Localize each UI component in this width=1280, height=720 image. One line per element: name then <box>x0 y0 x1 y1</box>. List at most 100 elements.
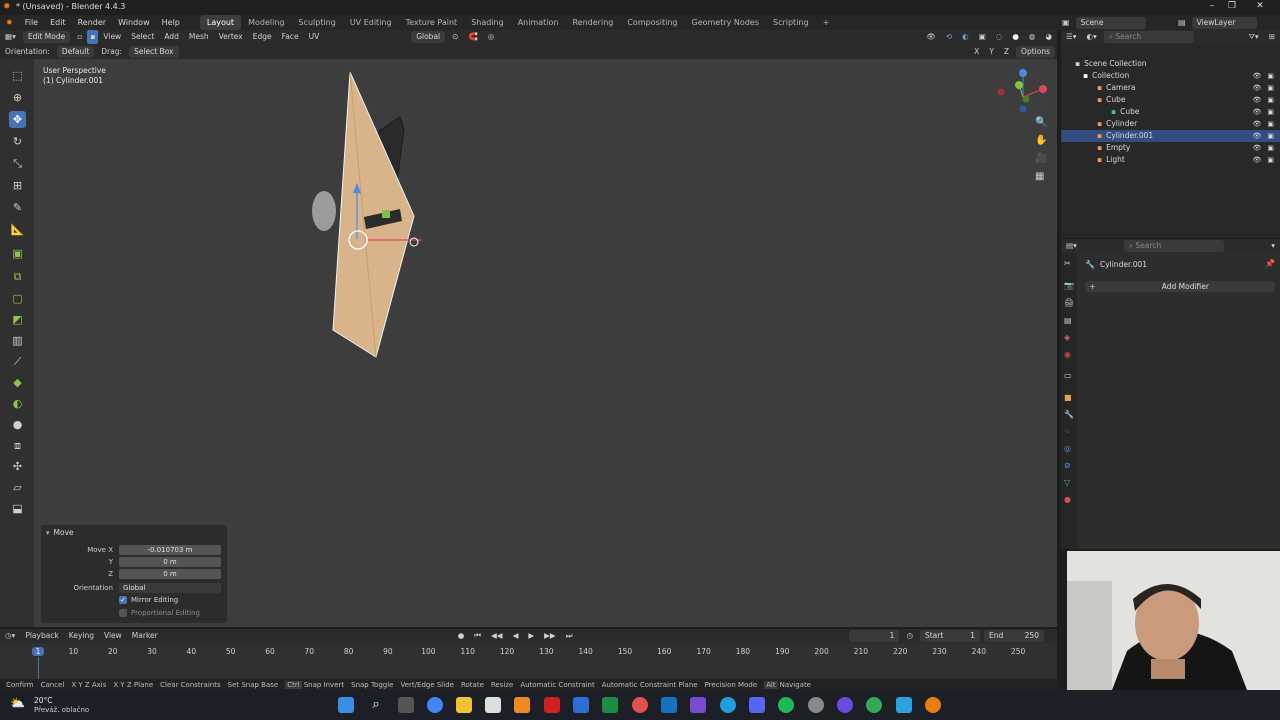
visual-studio-icon[interactable] <box>690 697 706 713</box>
timeline-menu-playback[interactable]: Playback <box>20 629 63 643</box>
current-frame-field[interactable]: 1 <box>849 630 900 642</box>
proportional-editing-checkbox[interactable] <box>119 609 127 617</box>
tab-texture-paint[interactable]: Texture Paint <box>399 15 465 30</box>
visibility-eye-icon[interactable]: 👁 <box>1252 94 1261 106</box>
edge-icon[interactable] <box>720 697 736 713</box>
outliner-item[interactable]: ▪ Cube 👁 ▣ <box>1061 94 1280 106</box>
discord-icon[interactable] <box>749 697 765 713</box>
properties-editor-icon[interactable]: ▤▾ <box>1061 239 1082 253</box>
gizmo-toggle-icon[interactable]: ⟲ <box>941 30 957 44</box>
jump-end-icon[interactable]: ⏭ <box>561 629 578 643</box>
measure-tool-icon[interactable]: 📐 <box>9 221 26 238</box>
menu-window[interactable]: Window <box>112 15 156 30</box>
acrobat-icon[interactable] <box>544 697 560 713</box>
prev-keyframe-icon[interactable]: ◀◀ <box>486 629 508 643</box>
mirror-axis-z[interactable]: Z <box>999 45 1014 59</box>
knife-tool-icon[interactable]: ⟋ <box>9 353 26 370</box>
select-mode-face-icon[interactable]: ▪ <box>87 30 99 44</box>
poly-build-tool-icon[interactable]: ◆ <box>9 374 26 391</box>
excel-icon[interactable] <box>602 697 618 713</box>
outliner-filter-icon[interactable]: ⛛▾ <box>1244 30 1264 44</box>
move-z-field[interactable]: 0 m <box>119 569 221 579</box>
transform-orientation-dropdown[interactable]: Global <box>411 31 446 43</box>
tab-layout[interactable]: Layout <box>199 15 242 30</box>
select-mode-vertex-icon[interactable]: ▫ <box>72 30 87 44</box>
minimize-button[interactable]: – <box>1202 1 1222 14</box>
tab-modeling[interactable]: Modeling <box>241 15 291 30</box>
tab-shading[interactable]: Shading <box>464 15 511 30</box>
tab-scripting[interactable]: Scripting <box>766 15 816 30</box>
snap-icon[interactable]: 🧲 <box>463 30 482 44</box>
move-x-field[interactable]: -0.010703 m <box>119 545 221 555</box>
outliner-item[interactable]: ▪ Cylinder.001 👁 ▣ <box>1061 130 1280 142</box>
play-icon[interactable]: ▶ <box>523 629 539 643</box>
viewport-menu-edge[interactable]: Edge <box>248 30 277 44</box>
outliner-search-input[interactable]: ⌕ Search <box>1103 31 1194 43</box>
annotate-tool-icon[interactable]: ✎ <box>9 199 26 216</box>
extrude-tool-icon[interactable]: ⧉ <box>9 268 26 285</box>
zoom-icon[interactable]: 🔍 <box>1035 117 1047 128</box>
viewport-menu-vertex[interactable]: Vertex <box>214 30 248 44</box>
tab-view-layer-icon[interactable]: ▤ <box>1064 316 1072 325</box>
move-panel-header[interactable]: ▾ Move <box>46 528 74 537</box>
move-y-field[interactable]: 0 m <box>119 557 221 567</box>
cursor-tool-icon[interactable]: ⊕ <box>9 89 26 106</box>
settings-icon[interactable] <box>808 697 824 713</box>
outliner-item[interactable]: ▪ Camera 👁 ▣ <box>1061 82 1280 94</box>
file-explorer-icon[interactable] <box>456 697 472 713</box>
close-button[interactable]: ✕ <box>1250 1 1270 14</box>
visibility-eye-icon[interactable]: 👁 <box>1252 70 1261 82</box>
smooth-tool-icon[interactable]: ● <box>9 416 26 433</box>
properties-options-icon[interactable]: ▾ <box>1266 239 1280 253</box>
rotate-tool-icon[interactable]: ↻ <box>9 133 26 150</box>
editor-type-icon[interactable]: ▦▾ <box>0 30 21 44</box>
outliner-item[interactable]: ▪ Scene Collection <box>1061 58 1280 70</box>
blender-menu-icon[interactable]: ✸ <box>0 15 19 30</box>
tab-sculpting[interactable]: Sculpting <box>291 15 342 30</box>
tab-material-icon[interactable]: ● <box>1064 495 1071 504</box>
tab-world-icon[interactable]: ◉ <box>1064 350 1071 359</box>
tab-collection-icon[interactable]: ▭ <box>1064 371 1072 380</box>
menu-edit[interactable]: Edit <box>44 15 72 30</box>
tab-animation[interactable]: Animation <box>511 15 566 30</box>
viewport-menu-face[interactable]: Face <box>277 30 304 44</box>
store-icon[interactable] <box>485 697 501 713</box>
viewport-menu-mesh[interactable]: Mesh <box>184 30 214 44</box>
collapse-chevron-icon[interactable]: ▾ <box>46 529 50 537</box>
task-view-icon[interactable] <box>398 697 414 713</box>
nav-gizmo-y-icon[interactable] <box>1015 81 1023 89</box>
shading-rendered-icon[interactable]: ◕ <box>1040 30 1057 44</box>
start-frame-field[interactable]: Start 1 <box>919 630 980 642</box>
preview-range-icon[interactable]: ◷ <box>901 629 918 643</box>
properties-search-input[interactable]: ⌕ Search <box>1123 240 1224 252</box>
menu-render[interactable]: Render <box>72 15 112 30</box>
record-icon[interactable]: ● <box>453 629 470 643</box>
next-keyframe-icon[interactable]: ▶▶ <box>539 629 561 643</box>
timeline-menu-view[interactable]: View <box>99 629 127 643</box>
outliner-item[interactable]: ▪ Cube 👁 ▣ <box>1061 106 1280 118</box>
app-icon-purple[interactable] <box>837 697 853 713</box>
visibility-eye-icon[interactable]: 👁 <box>1252 82 1261 94</box>
tab-modifier-icon[interactable]: 🔧 <box>1064 410 1074 419</box>
chrome-alt-icon[interactable] <box>866 697 882 713</box>
loop-cut-tool-icon[interactable]: ▥ <box>9 332 26 349</box>
tab-tool-icon[interactable]: ✂ <box>1064 259 1071 268</box>
tab-physics-icon[interactable]: ◎ <box>1064 444 1071 453</box>
taskbar-search-icon[interactable]: ⌕ <box>368 697 384 713</box>
overlay-toggle-icon[interactable]: ◐ <box>957 30 974 44</box>
mirror-axis-y[interactable]: Y <box>984 45 999 59</box>
move-tool-icon[interactable]: ✥ <box>9 111 26 128</box>
outliner-item[interactable]: ▪ Empty 👁 ▣ <box>1061 142 1280 154</box>
drag-dropdown[interactable]: Select Box <box>129 45 179 58</box>
pin-icon[interactable]: 📌 <box>1265 259 1275 268</box>
maximize-button[interactable]: ❐ <box>1222 1 1242 14</box>
view-layer-name[interactable]: ViewLayer <box>1191 16 1257 29</box>
visibility-eye-icon[interactable]: 👁 <box>1252 142 1261 154</box>
tab-compositing[interactable]: Compositing <box>620 15 684 30</box>
bevel-tool-icon[interactable]: ◩ <box>9 311 26 328</box>
shear-tool-icon[interactable]: ▱ <box>9 479 26 496</box>
outliner-editor-icon[interactable]: ☰▾ <box>1061 30 1082 44</box>
windows-start-icon[interactable] <box>338 697 354 713</box>
nav-gizmo-neg-x-icon[interactable] <box>997 88 1005 96</box>
add-modifier-button[interactable]: + Add Modifier <box>1085 281 1275 292</box>
